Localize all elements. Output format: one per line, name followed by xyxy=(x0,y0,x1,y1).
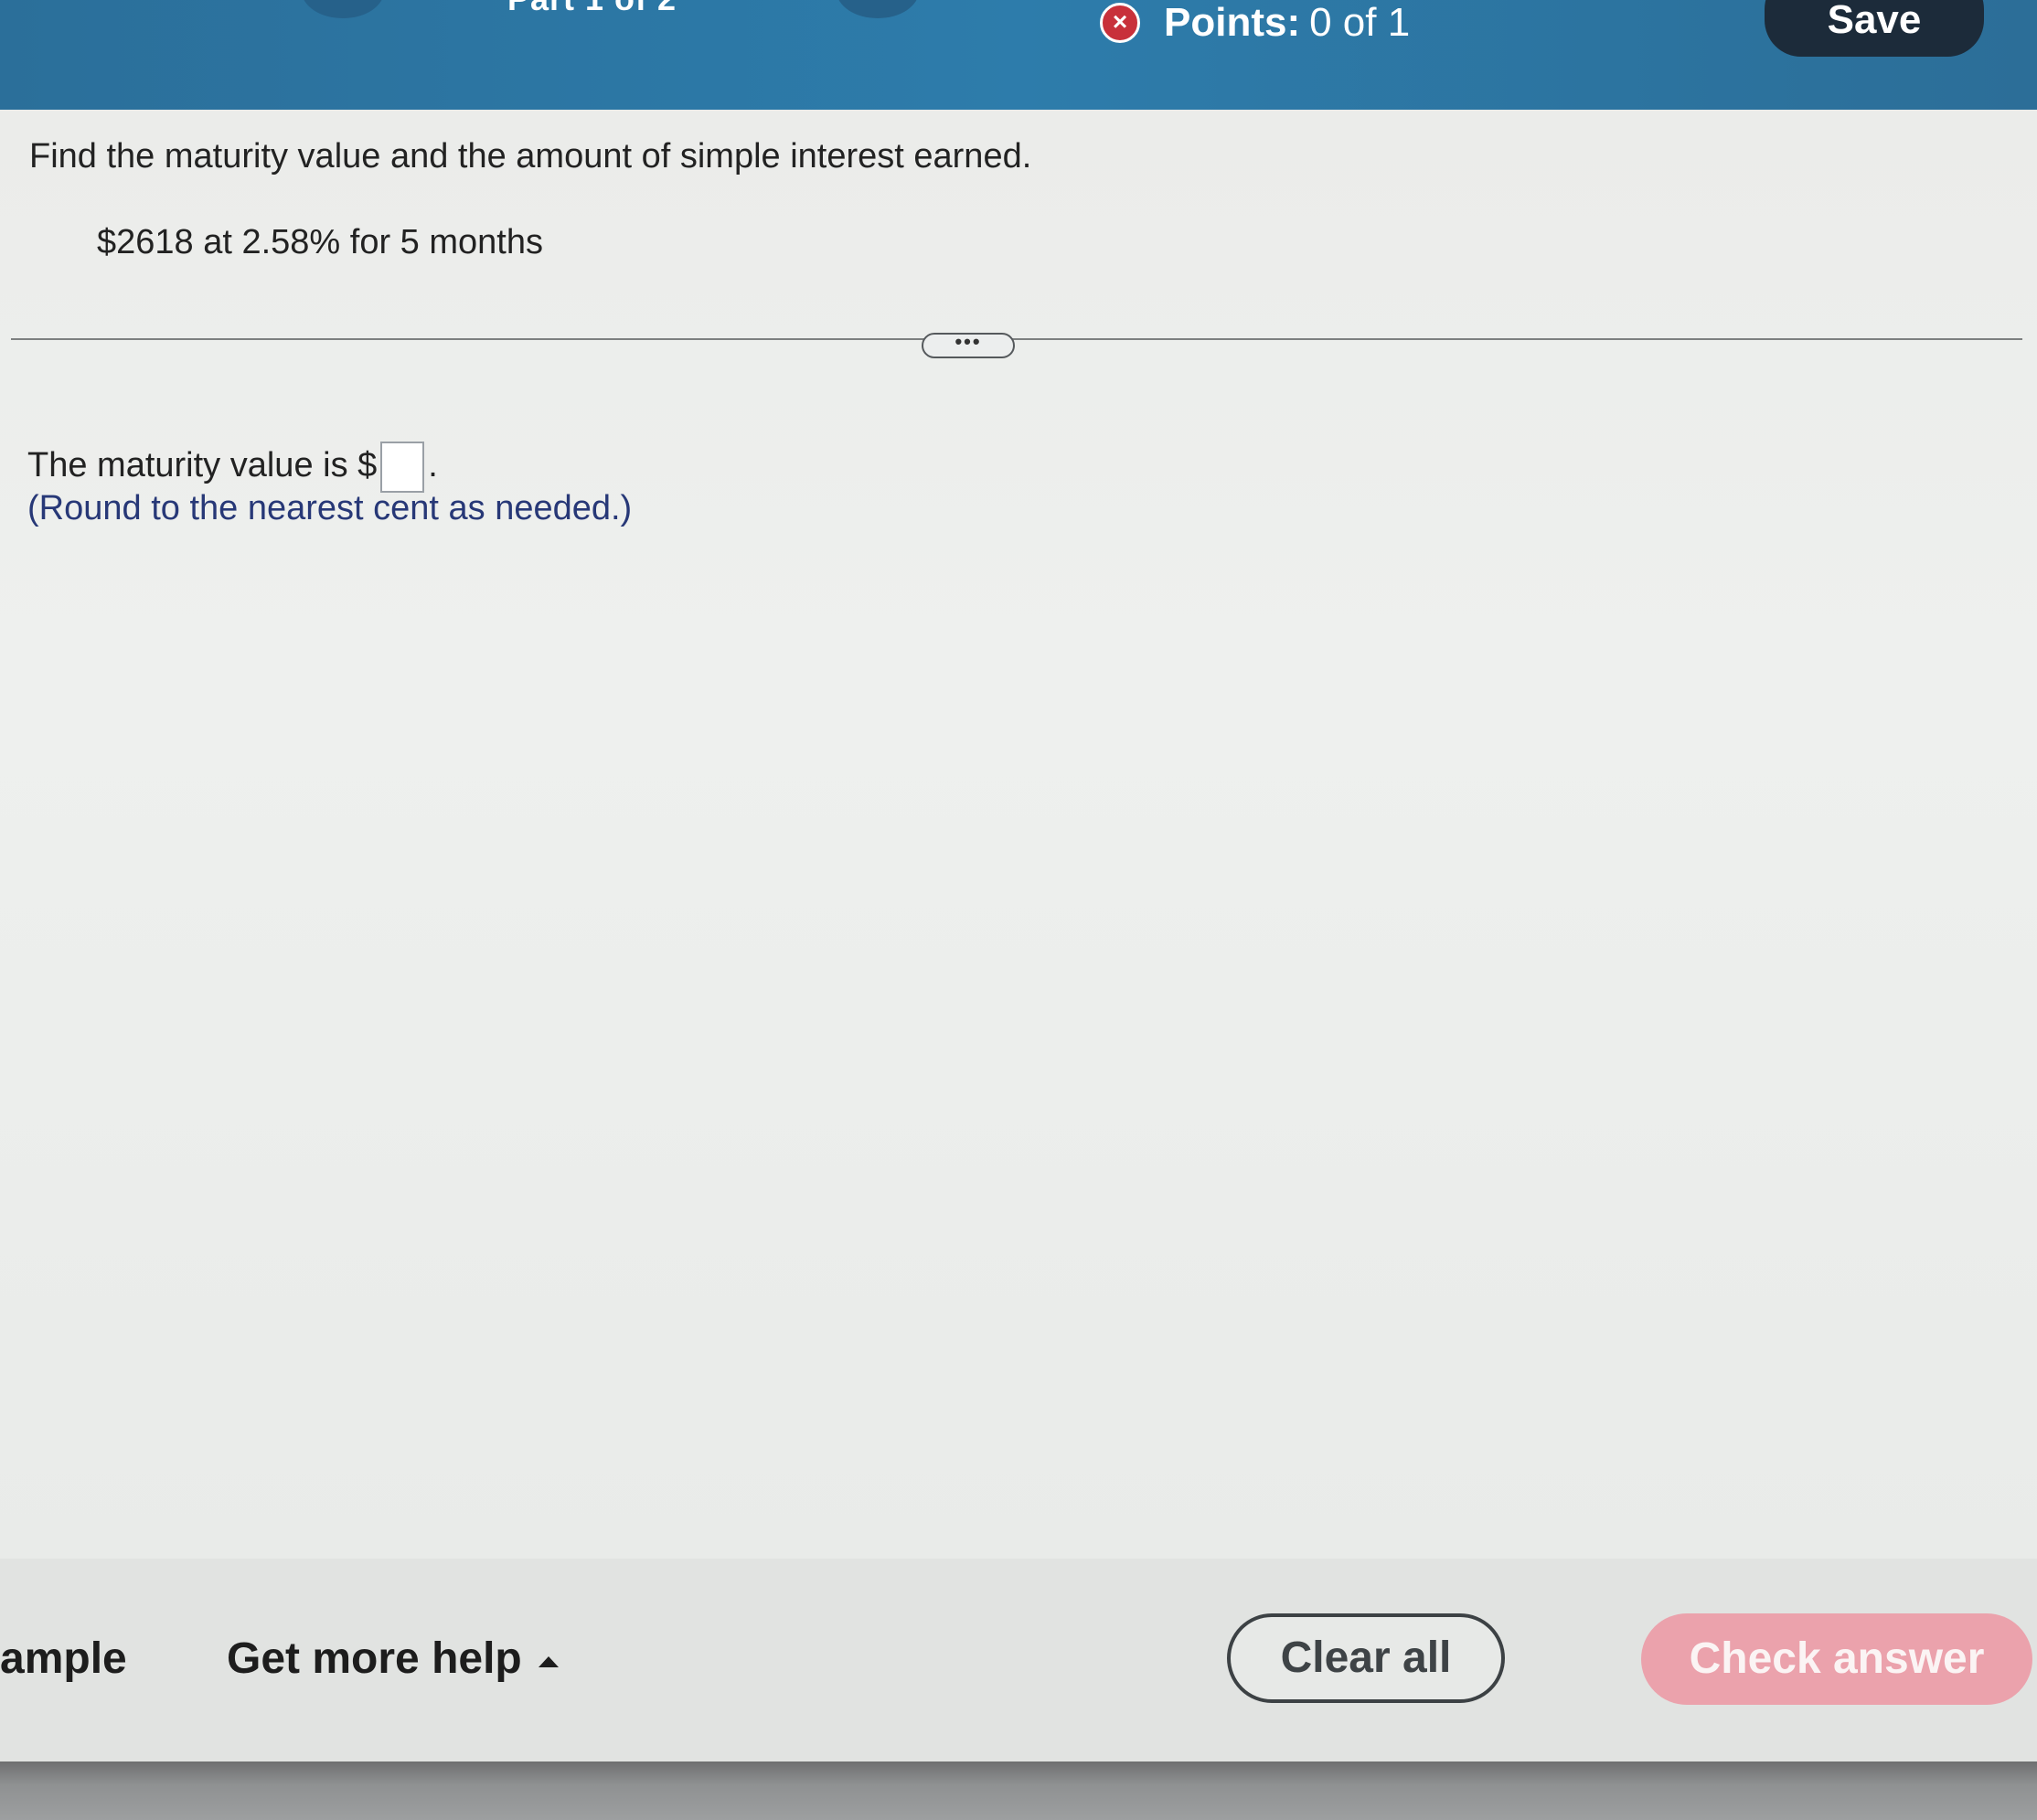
footer-bar: ample Get more help Clear all Check answ… xyxy=(0,1559,2037,1761)
next-nav-button[interactable] xyxy=(837,0,919,18)
get-more-help-label: Get more help xyxy=(227,1634,522,1683)
rounding-note: (Round to the nearest cent as needed.) xyxy=(27,489,633,527)
x-circle-icon: × xyxy=(1100,3,1140,43)
clear-all-button[interactable]: Clear all xyxy=(1227,1613,1505,1703)
get-more-help-link[interactable]: Get more help xyxy=(227,1634,559,1684)
points-label: Points: xyxy=(1164,0,1301,45)
screen-bezel xyxy=(0,1761,2037,1820)
check-answer-button[interactable]: Check answer xyxy=(1641,1613,2032,1705)
points-value: 0 of 1 xyxy=(1309,0,1411,45)
answer-suffix: . xyxy=(428,446,438,484)
page: Part 1 of 2 × Points: 0 of 1 Save Find t… xyxy=(0,0,2037,1820)
answer-prefix: The maturity value is $ xyxy=(27,446,378,484)
points-status: × Points: 0 of 1 xyxy=(1100,0,1410,46)
view-example-link[interactable]: ample xyxy=(0,1634,127,1684)
maturity-value-input[interactable] xyxy=(380,442,425,493)
header-bar: Part 1 of 2 × Points: 0 of 1 Save xyxy=(0,0,2037,110)
previous-nav-button[interactable] xyxy=(302,0,384,18)
caret-up-icon xyxy=(538,1655,559,1667)
answer-line: The maturity value is $ . xyxy=(27,434,438,493)
part-label: Part 1 of 2 xyxy=(507,0,677,18)
expand-more-button[interactable]: ••• xyxy=(922,332,1015,358)
save-button[interactable]: Save xyxy=(1765,0,1984,57)
divider xyxy=(11,338,2022,340)
question-given: $2618 at 2.58% for 5 months xyxy=(97,223,543,261)
question-prompt: Find the maturity value and the amount o… xyxy=(29,137,1032,176)
question-panel: Find the maturity value and the amount o… xyxy=(0,110,2037,1559)
